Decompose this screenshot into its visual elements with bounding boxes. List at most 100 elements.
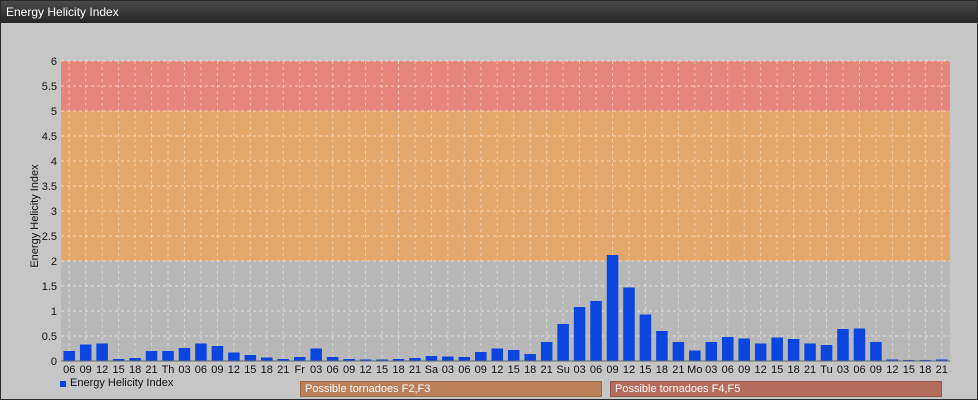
x-tick-label: 21 bbox=[936, 364, 948, 376]
x-tick-label: 12 bbox=[228, 364, 240, 376]
x-tick-label: 03 bbox=[178, 364, 190, 376]
y-tick-label: 4 bbox=[51, 156, 57, 168]
x-tick-label: 12 bbox=[623, 364, 635, 376]
x-tick-label: 09 bbox=[211, 364, 223, 376]
y-axis-label: Energy Helicity Index bbox=[29, 164, 41, 268]
y-tick-label: 2.5 bbox=[42, 231, 57, 243]
x-tick-label: 21 bbox=[804, 364, 816, 376]
bar bbox=[837, 329, 849, 361]
bar bbox=[787, 339, 800, 361]
bar bbox=[244, 355, 257, 361]
bar bbox=[261, 357, 273, 361]
x-tick-label: 03 bbox=[310, 364, 322, 376]
ehi-chart: 00.511.522.533.544.555.5606 09 12 15 18 21 Th 0… bbox=[29, 56, 950, 376]
x-tick-label: Th bbox=[162, 364, 175, 376]
y-tick-label: 5 bbox=[51, 106, 57, 118]
bar bbox=[162, 351, 174, 361]
x-tick-label: 21 bbox=[541, 364, 553, 376]
y-tick-label: 1.5 bbox=[42, 281, 57, 293]
bar bbox=[590, 301, 602, 361]
x-tick-label: 15 bbox=[508, 364, 520, 376]
x-tick-label: 06 bbox=[195, 364, 207, 376]
bar bbox=[507, 350, 520, 361]
bar bbox=[145, 351, 158, 361]
x-tick-label: 09 bbox=[343, 364, 355, 376]
y-tick-label: 6 bbox=[51, 56, 57, 68]
bar bbox=[870, 342, 882, 361]
x-tick-label: 09 bbox=[870, 364, 882, 376]
legend-swatch bbox=[60, 381, 66, 387]
x-tick-label: 06 bbox=[63, 364, 75, 376]
x-tick-label: 18 bbox=[919, 364, 931, 376]
bar bbox=[63, 351, 75, 361]
y-tick-label: 3 bbox=[51, 206, 57, 218]
bar bbox=[705, 342, 718, 361]
x-tick-label: 18 bbox=[524, 364, 536, 376]
x-tick-label: 06 bbox=[590, 364, 602, 376]
x-tick-label: 06 bbox=[458, 364, 470, 376]
bar bbox=[491, 348, 504, 361]
bar bbox=[721, 337, 734, 361]
bar bbox=[853, 328, 866, 361]
x-tick-label: Mo bbox=[687, 364, 702, 376]
x-tick-label: 03 bbox=[837, 364, 849, 376]
bar bbox=[310, 348, 322, 361]
x-tick-label: 18 bbox=[787, 364, 799, 376]
y-tick-label: 1 bbox=[51, 306, 57, 318]
x-tick-label: 21 bbox=[145, 364, 157, 376]
band-label-f2-f3: Possible tornadoes F2,F3 bbox=[300, 381, 602, 397]
x-tick-label: Su bbox=[556, 364, 569, 376]
x-tick-label: 12 bbox=[359, 364, 371, 376]
chart-widget: Energy Helicity Index 0 0.5 1 1.5 2 2.5 3 3.5 4 4… bbox=[0, 0, 978, 400]
y-tick-label: 5.5 bbox=[42, 81, 57, 93]
x-tick-label: 21 bbox=[409, 364, 421, 376]
x-tick-label: 15 bbox=[639, 364, 651, 376]
x-tick-label: 12 bbox=[96, 364, 108, 376]
bar bbox=[820, 345, 833, 361]
y-tick-label: 0 bbox=[51, 356, 57, 368]
bar bbox=[754, 343, 767, 361]
x-tick-label: 18 bbox=[129, 364, 141, 376]
x-tick-label: 15 bbox=[903, 364, 915, 376]
bar bbox=[656, 331, 668, 361]
bar bbox=[771, 337, 783, 361]
y-tick-label: 4.5 bbox=[42, 131, 57, 143]
x-tick-label: 09 bbox=[606, 364, 618, 376]
y-tick-label: 3.5 bbox=[42, 181, 57, 193]
band-label-f4-f5: Possible tornadoes F4,F5 bbox=[610, 381, 942, 397]
x-tick-label: 06 bbox=[853, 364, 865, 376]
bar bbox=[425, 356, 438, 361]
x-tick-label: 06 bbox=[722, 364, 734, 376]
bar bbox=[458, 357, 471, 361]
bar bbox=[606, 255, 619, 361]
x-tick-label: 21 bbox=[672, 364, 684, 376]
x-tick-label: 03 bbox=[442, 364, 454, 376]
legend-label: Energy Helicity Index bbox=[70, 377, 174, 389]
bar bbox=[228, 352, 240, 361]
x-tick-label: 12 bbox=[755, 364, 767, 376]
x-tick-label: 15 bbox=[376, 364, 388, 376]
x-tick-label: 15 bbox=[112, 364, 124, 376]
bar bbox=[293, 357, 306, 361]
bar bbox=[211, 346, 224, 361]
bar bbox=[623, 287, 635, 361]
x-tick-label: 12 bbox=[491, 364, 503, 376]
bar bbox=[79, 344, 92, 361]
bar bbox=[326, 357, 339, 361]
bar bbox=[573, 307, 586, 361]
x-tick-label: 15 bbox=[244, 364, 256, 376]
x-tick-label: 06 bbox=[327, 364, 339, 376]
bar bbox=[804, 343, 816, 361]
bar bbox=[689, 350, 701, 361]
bar bbox=[672, 342, 685, 361]
bar bbox=[442, 356, 454, 361]
x-tick-label: Sa bbox=[425, 364, 439, 376]
y-tick-label: 0.5 bbox=[42, 331, 57, 343]
x-tick-label: 09 bbox=[738, 364, 750, 376]
bar bbox=[195, 343, 207, 361]
x-tick-label: 12 bbox=[886, 364, 898, 376]
bar bbox=[178, 348, 191, 361]
x-tick-label: 03 bbox=[573, 364, 585, 376]
y-tick-label: 2 bbox=[51, 256, 57, 268]
x-tick-label: 09 bbox=[475, 364, 487, 376]
